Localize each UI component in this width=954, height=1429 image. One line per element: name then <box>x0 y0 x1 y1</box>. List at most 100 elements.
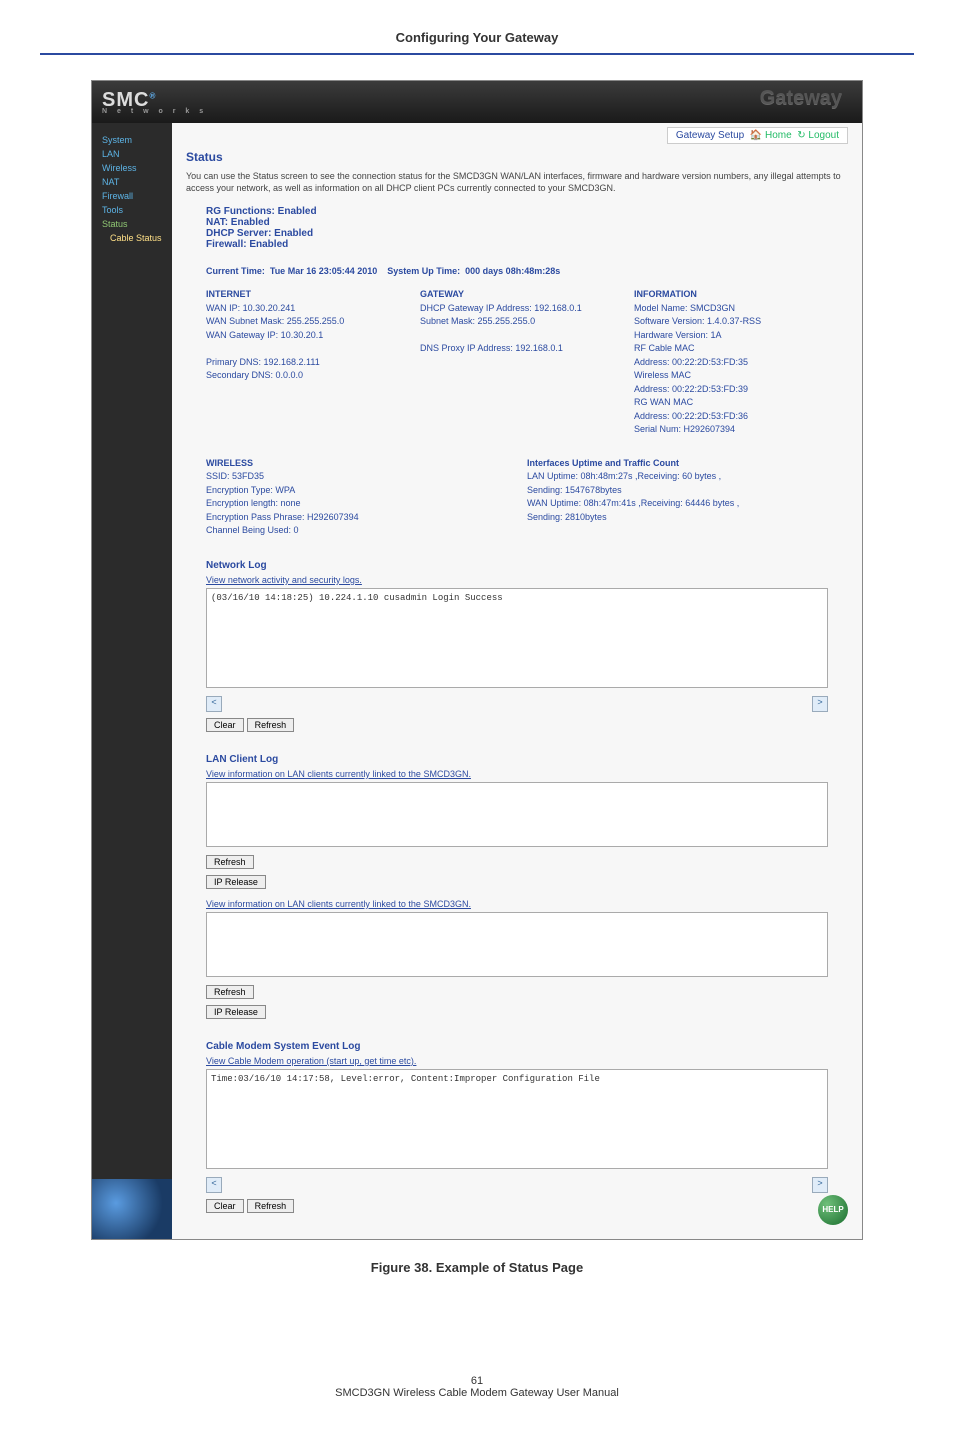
current-time-label: Current Time: <box>206 266 265 276</box>
cablelog-content: Time:03/16/10 14:17:58, Level:error, Con… <box>211 1074 600 1084</box>
enc-len: Encryption length: none <box>206 497 527 511</box>
traffic-col: Interfaces Uptime and Traffic Count LAN … <box>527 457 848 538</box>
lanlog-iprelease-button[interactable]: IP Release <box>206 875 266 889</box>
help-icon[interactable]: HELP <box>818 1195 848 1225</box>
wan-subnet: WAN Subnet Mask: 255.255.255.0 <box>206 315 414 329</box>
netlog-link[interactable]: View network activity and security logs. <box>206 575 848 585</box>
ssid: SSID: 53FD35 <box>206 470 527 484</box>
gw-subnet: Subnet Mask: 255.255.255.0 <box>420 315 628 329</box>
internet-col: INTERNET WAN IP: 10.30.20.241 WAN Subnet… <box>206 288 420 437</box>
enc-pass: Encryption Pass Phrase: H292607394 <box>206 511 527 525</box>
dhcp-status: DHCP Server: Enabled <box>206 228 848 239</box>
lanlog-link[interactable]: View information on LAN clients currentl… <box>206 769 848 779</box>
home-label: Home <box>765 130 792 141</box>
uptime-value: 000 days 08h:48m:28s <box>465 266 560 276</box>
content: Gateway Setup 🏠 Home ↻ Logout Status You… <box>172 123 862 1239</box>
cablelog-refresh-button[interactable]: Refresh <box>247 1199 295 1213</box>
dhcp-gw-ip: DHCP Gateway IP Address: 192.168.0.1 <box>420 302 628 316</box>
logout-link[interactable]: ↻ Logout <box>797 130 839 141</box>
lanlog2-iprelease-button[interactable]: IP Release <box>206 1005 266 1019</box>
sidebar-item-firewall[interactable]: Firewall <box>92 189 172 203</box>
sidebar-decor <box>92 1179 172 1239</box>
info-col: INFORMATION Model Name: SMCD3GN Software… <box>634 288 848 437</box>
sw-version: Software Version: 1.4.0.37-RSS <box>634 315 842 329</box>
cablelog-box[interactable]: Time:03/16/10 14:17:58, Level:error, Con… <box>206 1069 828 1169</box>
sidebar-item-lan[interactable]: LAN <box>92 147 172 161</box>
home-link[interactable]: 🏠 Home <box>750 130 792 141</box>
rfmac-label: RF Cable MAC <box>634 342 842 356</box>
scroll-left-icon[interactable]: < <box>206 696 222 712</box>
top-bar: SMC® N e t w o r k s Gateway <box>92 81 862 123</box>
app-window: SMC® N e t w o r k s Gateway System LAN … <box>91 80 863 1240</box>
setup-label: Gateway Setup <box>676 130 744 141</box>
rgmac-label: RG WAN MAC <box>634 396 842 410</box>
gateway-head: GATEWAY <box>420 288 628 302</box>
wan-uptime: WAN Uptime: 08h:47m:41s ,Receiving: 6444… <box>527 497 848 511</box>
logout-label: Logout <box>808 130 839 141</box>
wan-gw: WAN Gateway IP: 10.30.20.1 <box>206 329 414 343</box>
sidebar-item-cable-status[interactable]: Cable Status <box>92 231 172 245</box>
sidebar-item-status[interactable]: Status <box>92 217 172 231</box>
status-desc: You can use the Status screen to see the… <box>186 170 848 194</box>
traffic-head: Interfaces Uptime and Traffic Count <box>527 457 848 471</box>
sidebar-item-wireless[interactable]: Wireless <box>92 161 172 175</box>
status-title: Status <box>186 150 848 164</box>
gateway-title: Gateway <box>760 87 842 110</box>
enc-type: Encryption Type: WPA <box>206 484 527 498</box>
page-footer: 61 SMCD3GN Wireless Cable Modem Gateway … <box>0 1375 954 1429</box>
lanlog2-box[interactable] <box>206 912 828 977</box>
lanlog-box[interactable] <box>206 782 828 847</box>
page-header: Configuring Your Gateway <box>0 0 954 53</box>
channel: Channel Being Used: 0 <box>206 524 527 538</box>
cablelog-clear-button[interactable]: Clear <box>206 1199 244 1213</box>
wan-send: Sending: 2810bytes <box>527 511 848 525</box>
rfmac-addr: Address: 00:22:2D:53:FD:35 <box>634 356 842 370</box>
current-time-value: Tue Mar 16 23:05:44 2010 <box>270 266 377 276</box>
wireless-row: WIRELESS SSID: 53FD35 Encryption Type: W… <box>206 457 848 538</box>
figure-caption: Figure 38. Example of Status Page <box>0 1260 954 1275</box>
hw-version: Hardware Version: 1A <box>634 329 842 343</box>
cable-scroll-left-icon[interactable]: < <box>206 1177 222 1193</box>
netlog-refresh-button[interactable]: Refresh <box>247 718 295 732</box>
gateway-col: GATEWAY DHCP Gateway IP Address: 192.168… <box>420 288 634 437</box>
sidebar: System LAN Wireless NAT Firewall Tools S… <box>92 123 172 1239</box>
rg-status: RG Functions: Enabled <box>206 206 848 217</box>
wireless-col: WIRELESS SSID: 53FD35 Encryption Type: W… <box>206 457 527 538</box>
status-list: RG Functions: Enabled NAT: Enabled DHCP … <box>206 206 848 250</box>
cablelog-link[interactable]: View Cable Modem operation (start up, ge… <box>206 1056 848 1066</box>
sidebar-item-tools[interactable]: Tools <box>92 203 172 217</box>
secondary-dns: Secondary DNS: 0.0.0.0 <box>206 369 414 383</box>
netlog-box[interactable]: (03/16/10 14:18:25) 10.224.1.10 cusadmin… <box>206 588 828 688</box>
scroll-right-icon[interactable]: > <box>812 696 828 712</box>
lanlog-refresh-button[interactable]: Refresh <box>206 855 254 869</box>
serial-num: Serial Num: H292607394 <box>634 423 842 437</box>
netlog-clear-button[interactable]: Clear <box>206 718 244 732</box>
info-head: INFORMATION <box>634 288 842 302</box>
rgmac-addr: Address: 00:22:2D:53:FD:36 <box>634 410 842 424</box>
uptime-label: System Up Time: <box>387 266 460 276</box>
dns-proxy: DNS Proxy IP Address: 192.168.0.1 <box>420 342 628 356</box>
cablelog-title: Cable Modem System Event Log <box>206 1041 848 1052</box>
lanlog2-link[interactable]: View information on LAN clients currentl… <box>206 899 848 909</box>
wireless-head: WIRELESS <box>206 457 527 471</box>
header-divider <box>40 53 914 55</box>
cable-scroll-right-icon[interactable]: > <box>812 1177 828 1193</box>
wan-ip: WAN IP: 10.30.20.241 <box>206 302 414 316</box>
page-number: 61 <box>0 1375 954 1387</box>
model-name: Model Name: SMCD3GN <box>634 302 842 316</box>
nat-status: NAT: Enabled <box>206 217 848 228</box>
time-line: Current Time: Tue Mar 16 23:05:44 2010 S… <box>206 266 848 276</box>
sidebar-item-nat[interactable]: NAT <box>92 175 172 189</box>
brand-logo: SMC® N e t w o r k s <box>102 89 207 115</box>
lan-uptime: LAN Uptime: 08h:48m:27s ,Receiving: 60 b… <box>527 470 848 484</box>
firewall-status: Firewall: Enabled <box>206 239 848 250</box>
wmac-label: Wireless MAC <box>634 369 842 383</box>
info-columns: INTERNET WAN IP: 10.30.20.241 WAN Subnet… <box>206 288 848 437</box>
wmac-addr: Address: 00:22:2D:53:FD:39 <box>634 383 842 397</box>
sidebar-item-system[interactable]: System <box>92 133 172 147</box>
top-controls: Gateway Setup 🏠 Home ↻ Logout <box>667 127 848 144</box>
lanlog-title: LAN Client Log <box>206 754 848 765</box>
brand-sub: N e t w o r k s <box>102 108 207 115</box>
lanlog2-refresh-button[interactable]: Refresh <box>206 985 254 999</box>
manual-title: SMCD3GN Wireless Cable Modem Gateway Use… <box>0 1387 954 1399</box>
